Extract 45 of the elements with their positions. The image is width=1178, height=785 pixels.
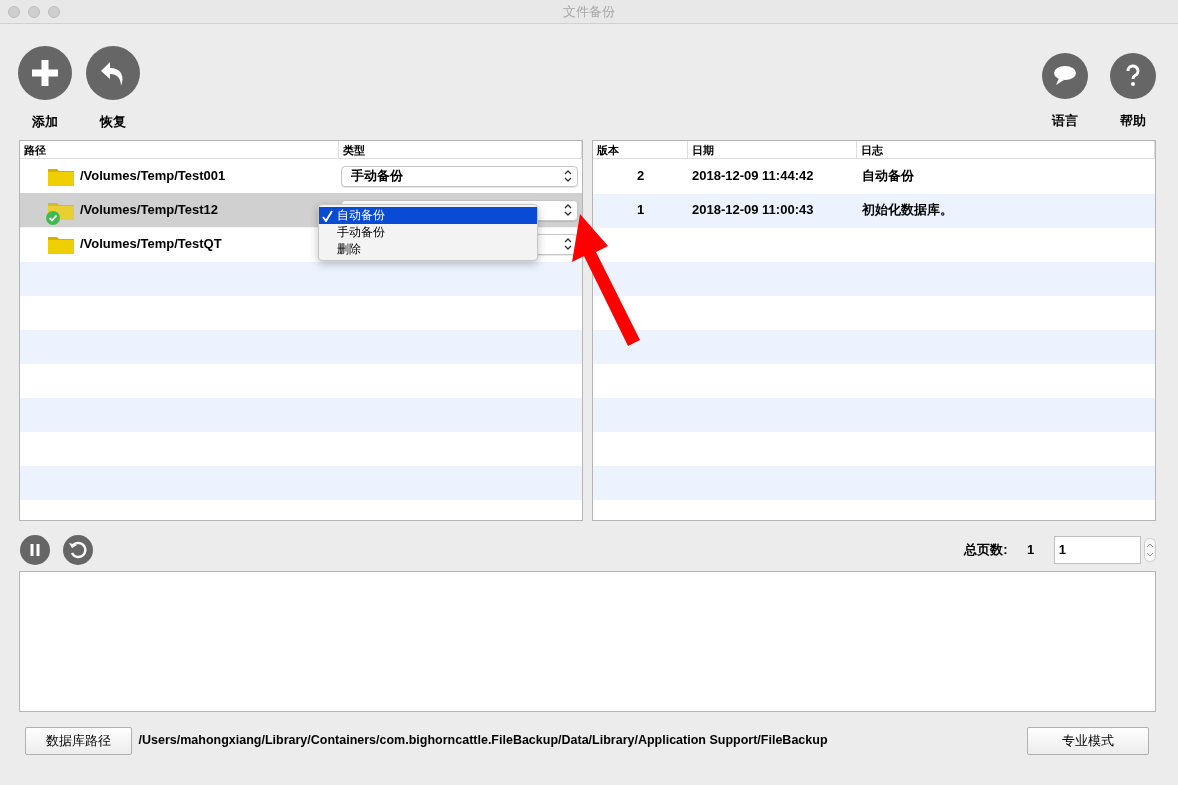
table-cell-text: 自动备份 [861,167,914,186]
menu-item[interactable]: 删除 [319,241,537,258]
plus-icon [18,46,72,100]
column-header: 版本 [593,141,688,158]
table-cell-text: 1 [635,201,646,220]
folder-path: /Volumes/Temp/Test001 [80,167,226,186]
updown-chevron-icon [563,203,573,217]
updown-chevron-icon [563,237,573,251]
pause-icon [20,534,50,565]
column-header: 日志 [857,141,1155,158]
backup-type-dropdown[interactable]: 手动备份 [341,165,578,187]
restore-button[interactable]: 恢复 [86,46,140,140]
mode-button[interactable]: 专业模式 [1027,727,1149,755]
version-row[interactable]: 1 2018-12-09 11:00:43 初始化数据库。 [593,193,1155,227]
refresh-button[interactable] [63,534,93,565]
updown-chevron-icon [563,169,573,183]
page-count: 1 [1027,540,1035,559]
stepper-icon[interactable] [1144,537,1156,562]
language-button[interactable]: 语言 [1038,53,1092,140]
database-path: /Users/mahongxiang/Library/Containers/com.bighorncattle.FileBackup/Data/Library/Application Support/FileBackup [138,732,828,750]
checkmark-icon [322,209,333,222]
page-field[interactable]: 1 [1053,535,1141,564]
table-cell-text: 初始化数据库。 [861,201,953,220]
pause-button[interactable] [20,534,50,565]
add-button[interactable]: 添加 [18,46,72,140]
folder-row[interactable]: /Volumes/Temp/Test001 手动备份 [20,159,582,193]
menu-item[interactable]: 自动备份 [319,207,537,224]
menu-item[interactable]: 手动备份 [319,224,537,241]
window-title: 文件备份 [563,3,615,21]
help-icon [1110,53,1156,99]
speech-bubble-icon [1042,53,1088,99]
column-header: 日期 [687,141,858,158]
table-cell-text: 2018-12-09 11:44:42 [691,167,815,186]
page-count-label: 总页数: [964,540,1008,559]
column-header: 路径 [20,141,340,158]
refresh-icon [63,534,93,565]
help-button[interactable]: 帮助 [1106,53,1160,140]
version-row[interactable]: 2 2018-12-09 11:44:42 自动备份 [593,159,1155,193]
table-cell-text: 2 [635,167,646,186]
folder-path: /Volumes/Temp/Test12 [80,201,218,220]
folder-path: /Volumes/Temp/TestQT [80,235,222,254]
database-path-button[interactable]: 数据库路径 [25,727,132,755]
undo-icon [86,46,140,100]
column-header: 类型 [339,141,582,158]
table-cell-text: 2018-12-09 11:00:43 [691,201,815,220]
